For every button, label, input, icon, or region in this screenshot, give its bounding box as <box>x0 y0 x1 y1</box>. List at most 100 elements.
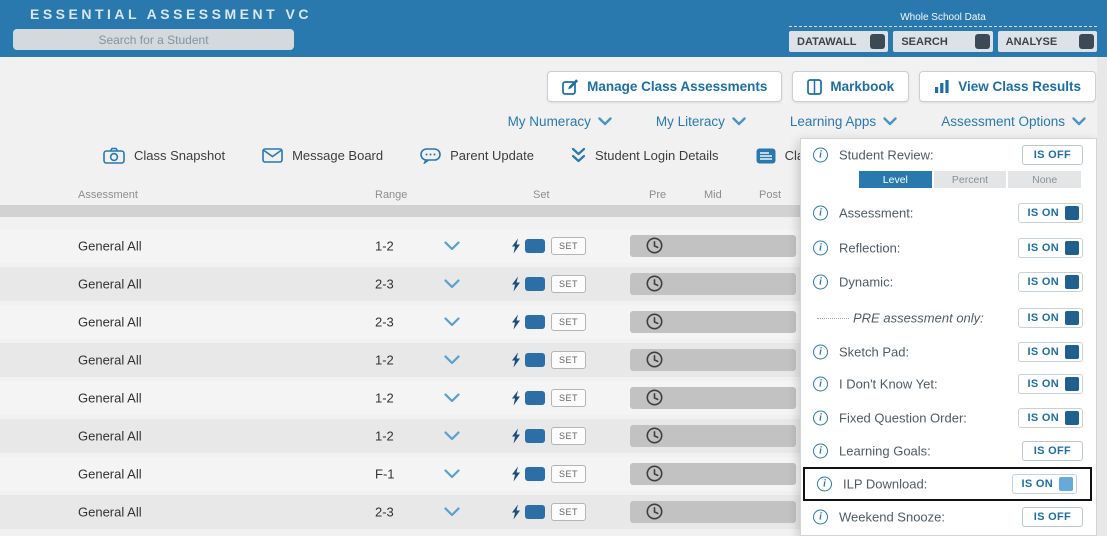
vertical-scrollbar-track[interactable] <box>1097 57 1107 536</box>
range-chevron-icon[interactable] <box>444 507 460 517</box>
menu-bar: My Numeracy My Literacy Learning Apps As… <box>508 114 1086 129</box>
menu-my-literacy[interactable]: My Literacy <box>656 114 746 129</box>
toggle-square <box>1065 241 1079 255</box>
option-label: PRE assessment only: <box>853 310 984 326</box>
range-chevron-icon[interactable] <box>444 393 460 403</box>
dynamic-state-button[interactable]: IS ON <box>1017 272 1083 292</box>
menu-my-numeracy[interactable]: My Numeracy <box>508 114 612 129</box>
pre-assessment-only-state-button[interactable]: IS ON <box>1017 308 1083 328</box>
option-row-fixed-question-order: i Fixed Question Order: IS ON <box>801 401 1096 435</box>
set-toggle[interactable] <box>525 353 545 367</box>
set-button[interactable]: SET <box>551 465 586 483</box>
analyse-toggle[interactable] <box>1078 34 1094 49</box>
class-snapshot-link[interactable]: Class Snapshot <box>103 147 225 164</box>
info-icon[interactable]: i <box>813 509 828 525</box>
set-button[interactable]: SET <box>551 351 586 369</box>
datawall-toggle[interactable] <box>870 34 886 49</box>
sketch-pad-state-button[interactable]: IS ON <box>1017 342 1083 362</box>
segment-level[interactable]: Level <box>859 171 932 188</box>
assessment-name: General All <box>78 390 142 406</box>
segment-percent[interactable]: Percent <box>933 171 1007 188</box>
info-icon[interactable]: i <box>817 476 832 492</box>
range-chevron-icon[interactable] <box>444 317 460 327</box>
message-board-label: Message Board <box>292 148 384 163</box>
clock-icon <box>646 389 663 406</box>
set-button[interactable]: SET <box>551 389 586 407</box>
manage-class-assessments-button[interactable]: Manage Class Assessments <box>547 71 783 102</box>
student-search-input[interactable] <box>13 29 294 50</box>
set-button[interactable]: SET <box>551 237 586 255</box>
progress-bar <box>630 387 796 409</box>
datawall-button[interactable]: DATAWALL <box>789 31 889 52</box>
assessment-state-button[interactable]: IS ON <box>1017 203 1083 223</box>
student-login-details-label: Student Login Details <box>594 148 719 163</box>
student-review-state-button[interactable]: IS OFF <box>1021 145 1083 165</box>
range-value: 1-2 <box>375 428 394 444</box>
set-toggle[interactable] <box>525 467 545 481</box>
toggle-square <box>1065 411 1079 425</box>
student-login-details-link[interactable]: Student Login Details <box>571 147 719 164</box>
search-label: SEARCH <box>901 35 948 48</box>
range-chevron-icon[interactable] <box>444 355 460 365</box>
set-button[interactable]: SET <box>551 503 586 521</box>
set-button[interactable]: SET <box>551 427 586 445</box>
set-toggle[interactable] <box>525 505 545 519</box>
assessment-options-label: Assessment Options <box>941 114 1065 129</box>
chevron-down-icon <box>883 117 897 126</box>
range-chevron-icon[interactable] <box>444 431 460 441</box>
range-value: 2-3 <box>375 314 394 330</box>
lightning-icon <box>511 504 522 520</box>
class-snapshot-label: Class Snapshot <box>134 148 226 163</box>
search-toggle[interactable] <box>974 34 990 49</box>
double-chevron-down-icon <box>571 147 586 164</box>
search-button[interactable]: SEARCH <box>893 31 993 52</box>
progress-bar <box>630 501 796 523</box>
list-icon <box>756 148 776 164</box>
weekend-snooze-state-button[interactable]: IS OFF <box>1021 507 1083 527</box>
menu-assessment-options[interactable]: Assessment Options <box>941 114 1086 129</box>
set-toggle[interactable] <box>525 239 545 253</box>
clock-icon <box>646 275 663 292</box>
option-row-i-dont-know-yet: i I Don't Know Yet: IS ON <box>801 367 1096 401</box>
chevron-down-icon <box>732 117 746 126</box>
info-icon[interactable]: i <box>813 344 828 360</box>
column-header-pre: Pre <box>649 189 667 201</box>
message-board-link[interactable]: Message Board <box>262 147 383 164</box>
learning-goals-state-button[interactable]: IS OFF <box>1021 441 1083 461</box>
menu-learning-apps[interactable]: Learning Apps <box>790 114 897 129</box>
range-chevron-icon[interactable] <box>444 241 460 251</box>
info-icon[interactable]: i <box>813 205 828 221</box>
info-icon[interactable]: i <box>813 274 828 290</box>
set-button[interactable]: SET <box>551 313 586 331</box>
set-button[interactable]: SET <box>551 275 586 293</box>
range-chevron-icon[interactable] <box>444 279 460 289</box>
segment-none[interactable]: None <box>1008 171 1082 188</box>
option-row-pre-assessment-only: PRE assessment only: IS ON <box>801 301 1096 335</box>
info-icon[interactable]: i <box>813 147 828 163</box>
markbook-button[interactable]: Markbook <box>792 71 910 102</box>
set-toggle[interactable] <box>525 277 545 291</box>
reflection-state-button[interactable]: IS ON <box>1017 238 1083 258</box>
info-icon[interactable]: i <box>813 410 828 426</box>
option-row-dynamic: i Dynamic: IS ON <box>801 265 1096 299</box>
progress-bar <box>630 463 796 485</box>
set-toggle[interactable] <box>525 315 545 329</box>
i-dont-know-yet-state-button[interactable]: IS ON <box>1017 374 1083 394</box>
range-chevron-icon[interactable] <box>444 469 460 479</box>
clock-icon <box>646 465 663 482</box>
parent-update-link[interactable]: Parent Update <box>420 147 534 165</box>
option-label: Assessment: <box>839 205 914 221</box>
option-label: I Don't Know Yet: <box>839 376 938 392</box>
analyse-button[interactable]: ANALYSE <box>997 31 1097 52</box>
ilp-download-state-button[interactable]: IS ON <box>1011 474 1077 494</box>
set-toggle[interactable] <box>525 391 545 405</box>
info-icon[interactable]: i <box>813 376 828 392</box>
info-icon[interactable]: i <box>813 443 828 459</box>
view-class-results-label: View Class Results <box>958 79 1081 94</box>
info-icon[interactable]: i <box>813 240 828 256</box>
fixed-question-order-state-button[interactable]: IS ON <box>1017 408 1083 428</box>
set-toggle[interactable] <box>525 429 545 443</box>
column-header-range: Range <box>375 189 408 201</box>
view-class-results-button[interactable]: View Class Results <box>919 71 1096 102</box>
toggle-square <box>1065 275 1079 289</box>
